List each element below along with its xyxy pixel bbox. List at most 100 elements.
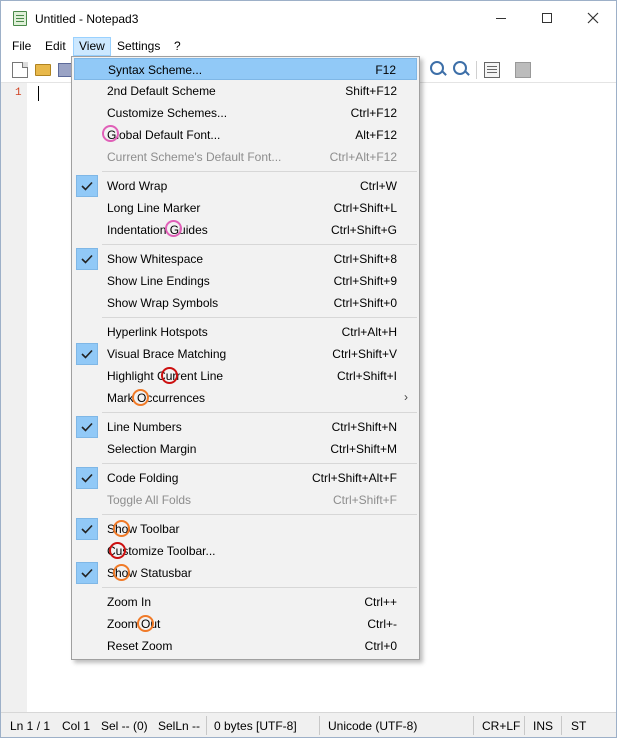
chevron-right-icon: › [404, 390, 408, 404]
menu-settings[interactable]: Settings [112, 37, 165, 56]
checkmark-icon [76, 248, 98, 270]
status-ins[interactable]: INS [533, 719, 553, 733]
checkmark-icon [76, 416, 98, 438]
menu-word-wrap[interactable]: Word Wrap Ctrl+W [74, 175, 417, 197]
menu-line-numbers[interactable]: Line Numbers Ctrl+Shift+N [74, 416, 417, 438]
menu-code-folding[interactable]: Code Folding Ctrl+Shift+Alt+F [74, 467, 417, 489]
menu-reset-zoom[interactable]: Reset Zoom Ctrl+0 [74, 635, 417, 657]
menu-mark-occurrences[interactable]: Mark Occurrences › [74, 387, 417, 409]
menu-item-label: Customize Schemes... [107, 106, 228, 120]
menu-item-label: Global Default Font... [107, 128, 221, 142]
menu-separator [102, 412, 417, 413]
text-caret [38, 86, 39, 101]
menu-customize-schemes[interactable]: Customize Schemes... Ctrl+F12 [74, 102, 417, 124]
line-number: 1 [15, 87, 22, 99]
menu-item-shortcut: Ctrl+Shift+0 [333, 296, 397, 310]
menu-visual-brace-matching[interactable]: Visual Brace Matching Ctrl+Shift+V [74, 343, 417, 365]
menu-separator [102, 171, 417, 172]
menu-item-shortcut: F12 [375, 63, 396, 77]
menu-file[interactable]: File [7, 37, 36, 56]
menu-item-label: Visual Brace Matching [107, 347, 227, 361]
menu-item-label: Show Wrap Symbols [107, 296, 219, 310]
menu-global-default-font[interactable]: Global Default Font... Alt+F12 [74, 124, 417, 146]
checkmark-icon [76, 518, 98, 540]
status-column: Col 1 [62, 719, 91, 733]
menu-item-label: Syntax Scheme... [108, 63, 203, 77]
status-divider [206, 716, 207, 735]
menu-selection-margin[interactable]: Selection Margin Ctrl+Shift+M [74, 438, 417, 460]
menu-item-shortcut: Ctrl+Alt+H [341, 325, 397, 339]
menu-item-shortcut: Ctrl+0 [364, 639, 397, 653]
close-icon [587, 12, 599, 24]
checkmark-icon [76, 467, 98, 489]
menu-show-statusbar[interactable]: Show Statusbar [74, 562, 417, 584]
menu-item-label: Show Whitespace [107, 252, 204, 266]
menu-show-toolbar[interactable]: Show Toolbar [74, 518, 417, 540]
menu-item-label: Show Toolbar [107, 522, 180, 536]
scheme-icon[interactable] [484, 62, 500, 78]
menu-hyperlink-hotspots[interactable]: Hyperlink Hotspots Ctrl+Alt+H [74, 321, 417, 343]
menu-item-shortcut: Ctrl++ [364, 595, 397, 609]
status-encoding[interactable]: Unicode (UTF-8) [328, 719, 417, 733]
menu-zoom-in[interactable]: Zoom In Ctrl++ [74, 591, 417, 613]
menu-item-shortcut: Ctrl+- [367, 617, 397, 631]
window-title: Untitled - Notepad3 [35, 12, 139, 26]
menu-show-wrap-symbols[interactable]: Show Wrap Symbols Ctrl+Shift+0 [74, 292, 417, 314]
menu-long-line-marker[interactable]: Long Line Marker Ctrl+Shift+L [74, 197, 417, 219]
menu-show-line-endings[interactable]: Show Line Endings Ctrl+Shift+9 [74, 270, 417, 292]
menu-item-shortcut: Alt+F12 [355, 128, 397, 142]
close-button[interactable] [570, 1, 616, 35]
checkmark-icon [76, 343, 98, 365]
menu-item-shortcut: Ctrl+W [360, 179, 397, 193]
open-folder-icon[interactable] [35, 64, 51, 76]
menu-item-label: Indentation Guides [107, 223, 208, 237]
menu-item-label: Selection Margin [107, 442, 197, 456]
zoom-out-icon[interactable] [453, 61, 467, 75]
status-divider [561, 716, 562, 735]
checkmark-icon [76, 175, 98, 197]
menu-item-label: Customize Toolbar... [107, 544, 216, 558]
minimize-button[interactable] [478, 1, 524, 35]
menu-separator [102, 514, 417, 515]
menu-show-whitespace[interactable]: Show Whitespace Ctrl+Shift+8 [74, 248, 417, 270]
minimize-icon [496, 17, 506, 19]
status-st: ST [571, 719, 587, 733]
menu-indentation-guides[interactable]: Indentation Guides Ctrl+Shift+G [74, 219, 417, 241]
notepad-app-icon [13, 11, 27, 26]
save-icon[interactable] [58, 63, 72, 77]
checkmark-icon [76, 562, 98, 584]
customize-icon[interactable] [515, 62, 531, 78]
status-eol[interactable]: CR+LF [482, 719, 520, 733]
menu-item-shortcut: Ctrl+Shift+Alt+F [311, 471, 397, 485]
menu-help[interactable]: ? [169, 37, 186, 56]
menu-item-shortcut: Ctrl+Shift+9 [333, 274, 397, 288]
menu-item-shortcut: Ctrl+Shift+I [336, 369, 397, 383]
menu-bar: File Edit View Settings ? [1, 35, 616, 57]
menu-item-label: Toggle All Folds [107, 493, 192, 507]
menu-view[interactable]: View [73, 37, 111, 56]
menu-item-shortcut: Ctrl+Shift+L [333, 201, 397, 215]
menu-item-label: Zoom Out [107, 617, 161, 631]
title-bar: Untitled - Notepad3 [1, 1, 616, 35]
new-file-icon[interactable] [12, 62, 28, 78]
menu-edit[interactable]: Edit [40, 37, 71, 56]
menu-item-shortcut: Ctrl+Alt+F12 [329, 150, 397, 164]
menu-separator [102, 587, 417, 588]
zoom-in-icon[interactable] [430, 61, 444, 75]
menu-customize-toolbar[interactable]: Customize Toolbar... [74, 540, 417, 562]
menu-current-scheme-font: Current Scheme's Default Font... Ctrl+Al… [74, 146, 417, 168]
menu-zoom-out[interactable]: Zoom Out Ctrl+- [74, 613, 417, 635]
menu-item-shortcut: Ctrl+Shift+M [330, 442, 397, 456]
maximize-button[interactable] [524, 1, 570, 35]
menu-item-label: Long Line Marker [107, 201, 201, 215]
status-bar: Ln 1 / 1 Col 1 Sel -- (0) SelLn -- 0 byt… [1, 712, 616, 737]
status-divider [524, 716, 525, 735]
menu-item-label: Highlight Current Line [107, 369, 224, 383]
menu-separator [102, 463, 417, 464]
menu-2nd-default-scheme[interactable]: 2nd Default Scheme Shift+F12 [74, 80, 417, 102]
menu-toggle-all-folds: Toggle All Folds Ctrl+Shift+F [74, 489, 417, 511]
menu-item-label: Mark Occurrences [107, 391, 206, 405]
menu-item-label: Reset Zoom [107, 639, 173, 653]
menu-syntax-scheme[interactable]: Syntax Scheme... F12 [74, 58, 417, 80]
menu-highlight-current-line[interactable]: Highlight Current Line Ctrl+Shift+I [74, 365, 417, 387]
